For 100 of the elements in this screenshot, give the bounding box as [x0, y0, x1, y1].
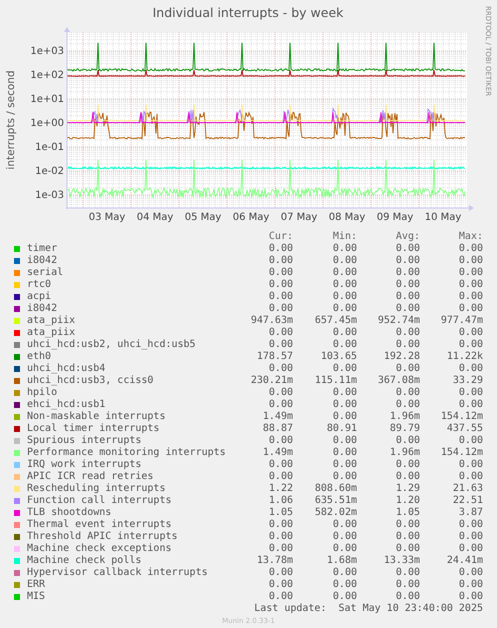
legend-value: 0.00 — [458, 531, 483, 543]
legend-label: i8042 — [27, 255, 58, 267]
legend-value: 192.28 — [382, 351, 420, 363]
legend-value: 1.96m — [388, 447, 420, 459]
legend-value: 0.00 — [332, 591, 357, 603]
legend-value: 0.00 — [394, 279, 420, 291]
legend-value: 0.00 — [268, 291, 293, 303]
legend-label: Rescheduling interrupts — [27, 483, 166, 495]
legend-value: 952.74m — [376, 315, 420, 327]
y-tick-label: 1e-01 — [35, 142, 64, 153]
column-header: Min: — [332, 231, 357, 243]
legend-value: 0.00 — [332, 435, 357, 447]
legend-value: 0.00 — [394, 471, 420, 483]
legend-label: eth0 — [27, 351, 52, 363]
legend-value: 0.00 — [332, 255, 357, 267]
legend-label: acpi — [27, 291, 52, 303]
legend-value: 0.00 — [268, 399, 293, 411]
legend-value: 0.00 — [332, 267, 357, 279]
legend-value: 0.00 — [458, 291, 483, 303]
legend-value: 0.00 — [332, 459, 357, 471]
legend-value: 33.29 — [452, 375, 483, 387]
legend-value: 0.00 — [458, 591, 483, 603]
legend-value: 0.00 — [268, 591, 293, 603]
legend-label: Spurious interrupts — [27, 435, 142, 447]
x-tick-label: 09 May — [376, 212, 414, 223]
legend-value: 1.05 — [394, 507, 420, 519]
legend-value: 0.00 — [332, 339, 357, 351]
legend-value: 0.00 — [394, 303, 420, 315]
legend-label: ehci_hcd:usb1 — [27, 399, 106, 411]
legend-value: 1.29 — [394, 483, 420, 495]
legend-value: 0.00 — [458, 339, 483, 351]
legend-label: IRQ work interrupts — [27, 459, 142, 471]
legend-label: uhci_hcd:usb4 — [27, 363, 106, 375]
legend-value: 0.00 — [332, 387, 357, 399]
legend-label: ata_piix — [27, 327, 76, 339]
legend-value: 0.00 — [394, 531, 420, 543]
legend-value: 0.00 — [268, 387, 293, 399]
legend-value: 0.00 — [394, 339, 420, 351]
legend-value: 178.57 — [256, 351, 293, 363]
legend-label: Function call interrupts — [27, 495, 172, 507]
legend-value: 0.00 — [394, 459, 420, 471]
y-tick-label: 1e+00 — [30, 118, 64, 129]
legend-value: 0.00 — [458, 579, 483, 591]
legend-value: 0.00 — [394, 519, 420, 531]
legend-value: 0.00 — [458, 363, 483, 375]
legend-value: 0.00 — [332, 279, 357, 291]
legend-label: uhci_hcd:usb2, uhci_hcd:usb5 — [27, 339, 197, 351]
legend-label: Local timer interrupts — [27, 423, 160, 435]
legend-value: 0.00 — [268, 303, 293, 315]
legend-value: 367.08m — [376, 375, 420, 387]
legend-label: APIC ICR read retries — [27, 471, 154, 483]
legend-value: 0.00 — [394, 579, 420, 591]
legend-value: 230.21m — [250, 375, 293, 387]
legend-value: 0.00 — [332, 243, 357, 255]
legend-value: 0.00 — [268, 255, 293, 267]
legend-value: 115.11m — [314, 375, 357, 387]
y-tick-label: 1e+02 — [30, 70, 64, 81]
legend-value: 0.00 — [268, 363, 293, 375]
legend-value: 0.00 — [332, 579, 357, 591]
legend-value: 0.00 — [458, 387, 483, 399]
legend-value: 0.00 — [458, 243, 483, 255]
legend-value: 977.47m — [440, 315, 483, 327]
legend-label: Threshold APIC interrupts — [27, 531, 179, 543]
legend-label: serial — [27, 267, 64, 279]
legend-value: 1.22 — [268, 483, 293, 495]
legend-value: 0.00 — [268, 543, 293, 555]
legend-value: 103.65 — [320, 351, 357, 363]
legend-label: timer — [27, 243, 58, 255]
legend-value: 0.00 — [394, 591, 420, 603]
legend-value: 0.00 — [394, 363, 420, 375]
legend-value: 0.00 — [458, 543, 483, 555]
legend-value: 808.60m — [314, 483, 357, 495]
legend-value: 1.20 — [394, 495, 420, 507]
legend-label: hpilo — [27, 387, 58, 399]
legend-value: 0.00 — [268, 339, 293, 351]
y-tick-label: 1e-03 — [35, 190, 64, 201]
legend-value: 0.00 — [268, 531, 293, 543]
legend-value: 0.00 — [394, 435, 420, 447]
legend-value: 0.00 — [458, 279, 483, 291]
legend-value: 0.00 — [458, 519, 483, 531]
legend-value: 0.00 — [332, 291, 357, 303]
legend-label: Thermal event interrupts — [27, 519, 172, 531]
chart-title: Individual interrupts - by week — [152, 5, 344, 20]
legend-value: 0.00 — [268, 267, 293, 279]
legend-value: 0.00 — [458, 471, 483, 483]
legend-value: 0.00 — [332, 447, 357, 459]
legend-value: 0.00 — [268, 459, 293, 471]
legend-value: 1.68m — [326, 555, 357, 567]
legend-label: uhci_hcd:usb3, cciss0 — [27, 375, 154, 387]
legend-value: 0.00 — [268, 243, 293, 255]
legend-value: 0.00 — [458, 267, 483, 279]
legend-value: 0.00 — [394, 243, 420, 255]
legend-value: 1.05 — [268, 507, 293, 519]
legend-value: 0.00 — [332, 471, 357, 483]
legend-value: 0.00 — [458, 303, 483, 315]
legend-value: 947.63m — [250, 315, 293, 327]
legend-label: i8042 — [27, 303, 58, 315]
legend-value: 0.00 — [268, 471, 293, 483]
y-tick-label: 1e+03 — [30, 46, 64, 57]
legend-value: 13.78m — [256, 555, 293, 567]
